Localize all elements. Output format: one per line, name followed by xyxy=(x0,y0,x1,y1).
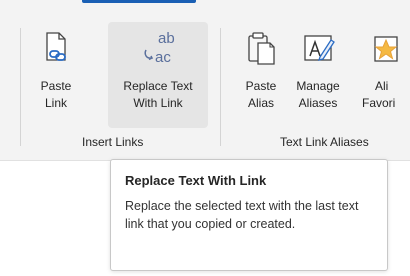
group-divider xyxy=(220,28,221,146)
group-divider-left xyxy=(20,28,21,146)
manage-aliases-icon xyxy=(298,28,338,68)
manage-aliases-button[interactable]: Manage Aliases xyxy=(290,22,346,128)
paste-alias-label-line2: Alias xyxy=(247,96,274,110)
paste-alias-icon xyxy=(241,28,281,68)
paste-link-button[interactable]: Paste Link xyxy=(30,22,82,128)
tooltip-title: Replace Text With Link xyxy=(125,173,267,188)
paste-alias-label-line1: Paste xyxy=(245,79,277,93)
paste-link-label-line2: Link xyxy=(44,96,67,110)
alias-favorites-label-line2: Favori xyxy=(362,96,396,110)
tooltip-body: Replace the selected text with the last … xyxy=(125,199,359,231)
tooltip: Replace Text With Link Replace the selec… xyxy=(110,159,388,271)
replace-text-with-link-button[interactable]: ab ac Replace Text With Link xyxy=(108,22,208,128)
replace-text-icon: ab ac xyxy=(138,28,178,68)
replace-text-label-line1: Replace Text xyxy=(123,79,193,93)
replace-icon-text-bottom: ac xyxy=(155,49,171,66)
manage-aliases-label-line1: Manage xyxy=(296,79,340,93)
replace-text-label-line2: With Link xyxy=(133,96,183,110)
alias-favorites-button[interactable]: Ali Favori xyxy=(348,22,410,128)
group-label-insert-links: Insert Links xyxy=(82,135,144,149)
alias-favorites-label-line1: Ali xyxy=(375,79,389,93)
manage-aliases-label-line2: Aliases xyxy=(298,96,338,110)
replace-icon-text-top: ab xyxy=(158,30,175,47)
paste-alias-button[interactable]: Paste Alias xyxy=(236,22,286,128)
paste-link-label-line1: Paste xyxy=(40,79,72,93)
group-label-text-link-aliases: Text Link Aliases xyxy=(280,135,369,149)
alias-favorites-icon xyxy=(370,28,410,68)
active-tab-indicator xyxy=(82,0,196,3)
paste-link-icon xyxy=(36,28,76,68)
ribbon: Paste Link ab ac Replace Text With Link xyxy=(0,0,410,161)
